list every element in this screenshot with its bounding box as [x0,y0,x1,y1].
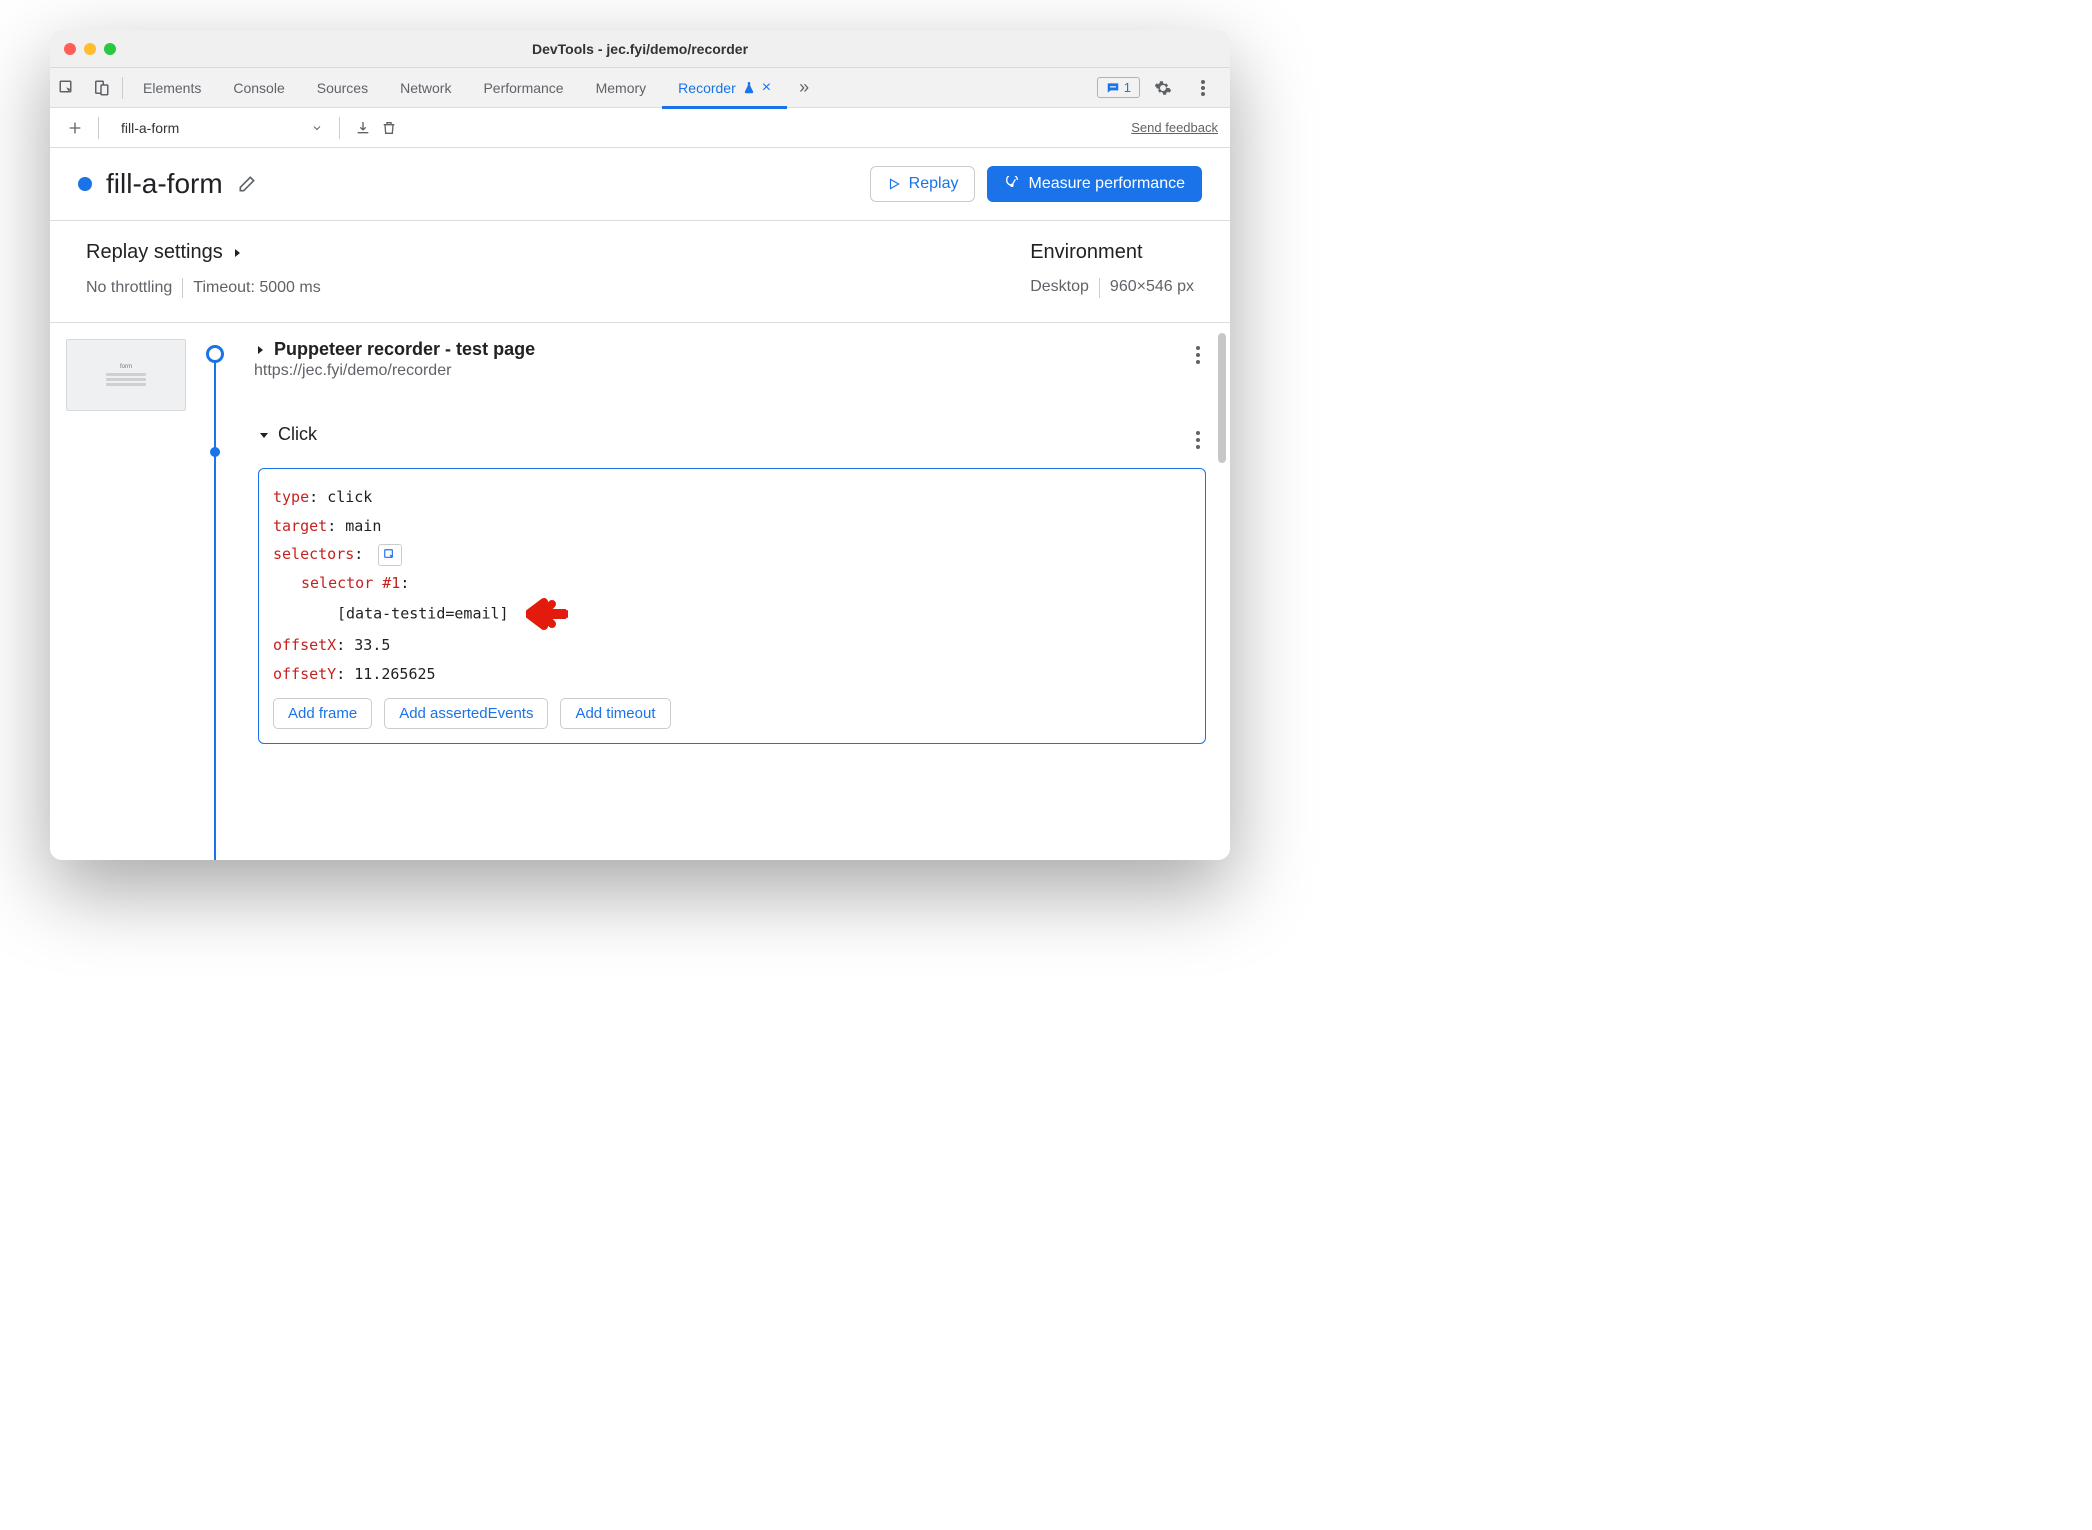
tab-memory[interactable]: Memory [580,68,663,108]
export-icon[interactable] [350,120,376,136]
recording-header: fill-a-form Replay Measure performance [50,148,1230,221]
recorder-toolbar: fill-a-form Send feedback [50,108,1230,148]
tab-elements[interactable]: Elements [127,68,217,108]
timeout-value: Timeout: 5000 ms [193,279,320,297]
field-target-key: target [273,517,327,535]
steps-content: form Puppeteer recorder - test page http… [50,323,1230,860]
recording-status-dot [78,177,92,191]
devtools-tabbar: Elements Console Sources Network Perform… [50,68,1230,108]
step-menu-button[interactable] [1190,339,1206,371]
step-click-menu-button[interactable] [1190,424,1206,456]
field-selector1-key: selector #1 [301,574,400,592]
chevron-right-icon [254,344,266,356]
device-toolbar-icon[interactable] [84,69,118,107]
step-click-toggle[interactable]: Click [258,424,317,445]
replay-settings-toggle[interactable]: Replay settings [86,241,1030,264]
delete-icon[interactable] [376,120,402,136]
tab-recorder[interactable]: Recorder × [662,68,787,108]
timeline-start-marker [206,345,224,363]
field-offsety-value[interactable]: 11.265625 [354,665,435,683]
selector-picker-icon[interactable] [378,544,402,566]
step-initial-toggle[interactable]: Puppeteer recorder - test page [254,339,1190,360]
scrollbar-thumb[interactable] [1218,333,1226,463]
device-value: Desktop [1030,278,1089,298]
send-feedback-link[interactable]: Send feedback [1131,120,1218,135]
add-timeout-button[interactable]: Add timeout [560,698,670,729]
edit-title-icon[interactable] [237,174,257,194]
timeline-step-marker [210,447,220,457]
step-details-box: type: click target: main selectors: sele… [258,468,1206,744]
screenshot-thumbnail[interactable]: form [66,339,186,411]
close-tab-icon[interactable]: × [762,79,771,97]
message-icon [1106,81,1120,95]
add-frame-button[interactable]: Add frame [273,698,372,729]
timeline [200,339,240,744]
field-target-value[interactable]: main [345,517,381,535]
field-type-value[interactable]: click [327,488,372,506]
more-tabs-icon[interactable]: » [787,69,821,107]
environment-title: Environment [1030,241,1194,264]
settings-section: Replay settings No throttling Timeout: 5… [50,221,1230,323]
annotation-arrow-icon [526,597,568,631]
field-offsety-key: offsetY [273,665,336,683]
measure-performance-button[interactable]: Measure performance [987,166,1202,202]
devtools-window: DevTools - jec.fyi/demo/recorder Element… [50,30,1230,860]
tab-performance[interactable]: Performance [467,68,579,108]
gauge-icon [1004,176,1020,192]
window-title: DevTools - jec.fyi/demo/recorder [50,41,1230,57]
field-offsetx-value[interactable]: 33.5 [354,636,390,654]
issues-button[interactable]: 1 [1097,77,1140,98]
field-type-key: type [273,488,309,506]
titlebar: DevTools - jec.fyi/demo/recorder [50,30,1230,68]
inspect-icon[interactable] [50,69,84,107]
throttle-value: No throttling [86,279,172,297]
flask-icon [742,81,756,95]
step-initial-url: https://jec.fyi/demo/recorder [254,362,1190,380]
viewport-value: 960×546 px [1110,278,1194,298]
tab-console[interactable]: Console [217,68,300,108]
play-icon [887,177,901,191]
replay-button[interactable]: Replay [870,166,976,202]
chevron-down-icon [305,122,329,134]
chevron-right-icon [231,247,243,259]
new-recording-icon[interactable] [62,120,88,136]
tab-network[interactable]: Network [384,68,467,108]
recording-title: fill-a-form [106,168,223,200]
field-selector1-value[interactable]: [data-testid=email] [337,605,509,623]
field-selectors-key: selectors [273,545,354,563]
kebab-menu-icon[interactable] [1186,69,1220,107]
tab-sources[interactable]: Sources [301,68,384,108]
chevron-down-icon [258,429,270,441]
field-offsetx-key: offsetX [273,636,336,654]
step-initial: Puppeteer recorder - test page https://j… [254,339,1206,380]
settings-gear-icon[interactable] [1146,69,1180,107]
recording-selector[interactable]: fill-a-form [115,120,329,136]
add-assertedevents-button[interactable]: Add assertedEvents [384,698,548,729]
